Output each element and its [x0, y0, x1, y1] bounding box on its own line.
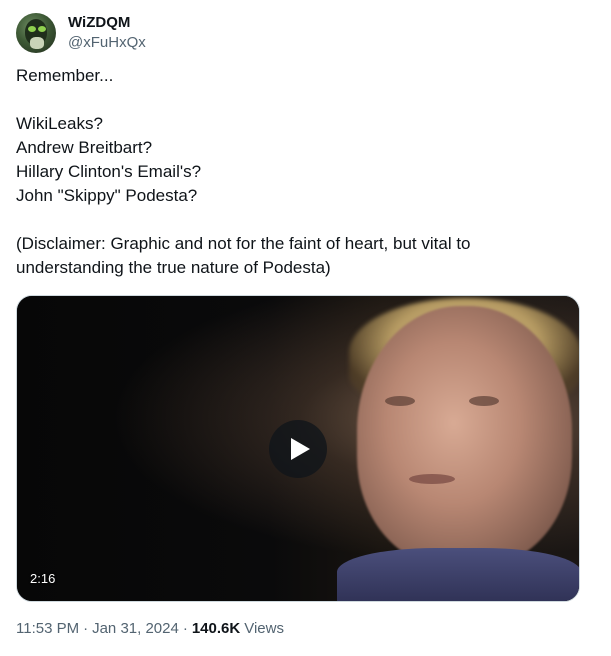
tweet-line: understanding the true nature of Podesta…	[16, 258, 331, 277]
author-handle[interactable]: @xFuHxQx	[68, 33, 146, 53]
tweet-card: WiZDQM @xFuHxQx Remember... WikiLeaks? A…	[0, 0, 611, 656]
tweet-line: Hillary Clinton's Email's?	[16, 162, 202, 181]
tweet-header: WiZDQM @xFuHxQx	[16, 12, 146, 54]
tweet-date[interactable]: Jan 31, 2024	[92, 619, 179, 639]
tweet-line: Andrew Breitbart?	[16, 138, 153, 157]
video-frame-mouth	[409, 474, 455, 484]
views-count[interactable]: 140.6K	[192, 619, 240, 639]
avatar[interactable]	[16, 13, 56, 53]
avatar-eye-right	[38, 26, 46, 32]
meta-separator: ·	[182, 620, 188, 637]
tweet-time[interactable]: 11:53 PM	[16, 619, 79, 639]
avatar-eye-left	[28, 26, 36, 32]
avatar-mouth	[30, 37, 44, 49]
video-duration: 2:16	[30, 571, 56, 586]
video-frame-face	[357, 306, 572, 566]
tweet-text: Remember... WikiLeaks? Andrew Breitbart?…	[16, 64, 586, 280]
tweet-line: Remember...	[16, 66, 114, 85]
video-player[interactable]: 2:16	[16, 295, 580, 602]
play-icon	[291, 438, 310, 460]
tweet-line: John "Skippy" Podesta?	[16, 186, 198, 205]
meta-separator: ·	[83, 620, 89, 637]
tweet-line: (Disclaimer: Graphic and not for the fai…	[16, 234, 471, 253]
play-button[interactable]	[269, 420, 327, 478]
video-frame-shirt	[337, 548, 579, 601]
tweet-line: WikiLeaks?	[16, 114, 103, 133]
video-frame-eye-right	[469, 396, 499, 406]
author-names: WiZDQM @xFuHxQx	[68, 13, 146, 53]
author-display-name[interactable]: WiZDQM	[68, 13, 146, 33]
views-label: Views	[244, 620, 284, 637]
tweet-meta: 11:53 PM · Jan 31, 2024 · 140.6K Views	[16, 619, 284, 639]
video-frame-eye-left	[385, 396, 415, 406]
